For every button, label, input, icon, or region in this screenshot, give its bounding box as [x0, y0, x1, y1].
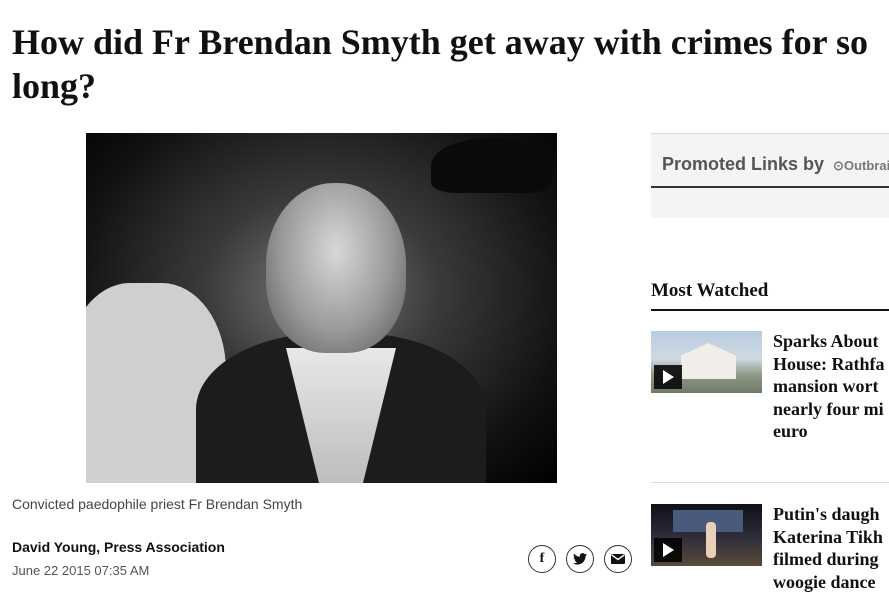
facebook-share-button[interactable]: f	[528, 545, 556, 573]
author-name[interactable]: David Young, Press Association	[12, 539, 225, 555]
play-icon	[662, 543, 674, 557]
promoted-links-rule	[651, 186, 889, 188]
promoted-links-title: Promoted Links by ⊙Outbrain	[662, 154, 889, 175]
article-headline: How did Fr Brendan Smyth get away with c…	[12, 20, 889, 108]
outbrain-logo[interactable]: ⊙Outbrain	[833, 158, 889, 173]
publish-date: June 22 2015 07:35 AM	[12, 563, 150, 578]
facebook-icon: f	[539, 551, 545, 566]
twitter-icon	[573, 553, 587, 565]
video-title-line: nearly four mi	[773, 398, 884, 419]
stage-thumbnail[interactable]	[651, 504, 762, 566]
article-hero-image[interactable]	[86, 133, 557, 483]
video-title-line: Sparks About	[773, 331, 879, 351]
house-building	[681, 343, 736, 379]
video-title-line: Putin's daugh	[773, 504, 880, 524]
twitter-share-button[interactable]	[566, 545, 594, 573]
list-divider	[651, 482, 889, 483]
video-title-line: House: Rathfa	[773, 353, 885, 374]
house-thumbnail[interactable]	[651, 331, 762, 393]
most-watched-title: Most Watched	[651, 280, 769, 301]
video-title[interactable]: Putin's daugh Katerina Tikh filmed durin…	[773, 503, 889, 593]
subject-head	[266, 183, 406, 353]
play-icon	[662, 370, 674, 384]
email-share-button[interactable]	[604, 545, 632, 573]
stage-dancer	[706, 522, 716, 558]
play-button[interactable]	[654, 538, 682, 562]
outbrain-label: Outbrain	[843, 158, 889, 173]
video-title-line: Katerina Tikh	[773, 526, 883, 547]
headline-line-1: How did Fr Brendan Smyth get away with c…	[12, 22, 869, 62]
most-watched-rule	[651, 309, 889, 311]
video-title-line: filmed during	[773, 549, 879, 569]
headline-line-2: long?	[12, 66, 97, 106]
play-button[interactable]	[654, 365, 682, 389]
video-title[interactable]: Sparks About House: Rathfa mansion wort …	[773, 330, 889, 443]
video-title-line: woogie dance	[773, 571, 876, 592]
garda-cap	[431, 138, 551, 193]
promoted-links-label: Promoted Links by	[662, 154, 825, 174]
promoted-links-panel: Promoted Links by ⊙Outbrain	[651, 133, 889, 218]
image-caption: Convicted paedophile priest Fr Brendan S…	[12, 496, 303, 512]
video-title-line: mansion wort	[773, 376, 879, 396]
video-title-line: euro	[773, 421, 808, 441]
email-icon	[611, 554, 625, 564]
